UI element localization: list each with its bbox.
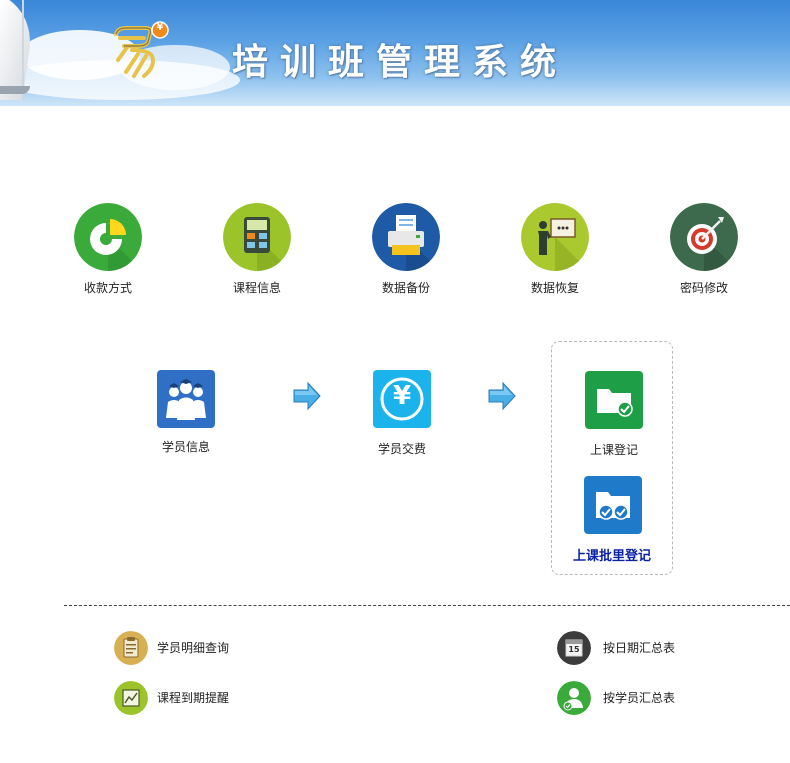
calendar-icon[interactable]: 15 [557,631,591,665]
yi-logo-icon: ¥ [108,20,170,82]
link-course-expiry-reminder[interactable]: 课程到期提醒 [157,689,229,706]
sailboat-mast [22,0,24,100]
presentation-icon[interactable] [521,203,589,271]
link-student-detail-query[interactable]: 学员明细查询 [157,639,229,656]
header-banner: ¥ 培训班管理系统 [0,0,790,106]
folder-check-icon[interactable] [585,371,643,429]
folder-double-check-icon[interactable] [584,476,642,534]
yen-icon[interactable]: ¥ [373,370,431,428]
students-icon[interactable] [157,370,215,428]
top-item-label[interactable]: 数据恢复 [500,279,610,296]
clipboard-icon[interactable] [114,631,148,665]
app-title: 培训班管理系统 [232,42,569,83]
user-check-icon[interactable] [557,681,591,715]
arrow-right-icon [487,381,517,411]
top-item-label[interactable]: 密码修改 [649,279,759,296]
yen-glyph: ¥ [392,381,412,411]
printer-icon[interactable] [372,203,440,271]
calculator-icon[interactable] [223,203,291,271]
logo-badge: ¥ [156,22,164,33]
top-item-label[interactable]: 收款方式 [53,279,163,296]
calendar-glyph: 15 [568,645,580,654]
section-divider [64,605,790,606]
arrow-right-icon [292,381,322,411]
flow-label-student-payment[interactable]: 学员交费 [373,440,431,457]
sailboat-hull [0,86,30,94]
top-item-label[interactable]: 课程信息 [202,279,312,296]
chart-board-icon[interactable] [114,681,148,715]
link-summary-by-student[interactable]: 按学员汇总表 [603,689,675,706]
flow-label-class-register[interactable]: 上课登记 [578,441,650,458]
link-summary-by-date[interactable]: 按日期汇总表 [603,639,675,656]
flow-label-batch-register[interactable]: 上课批里登记 [568,545,656,564]
flow-label-student-info[interactable]: 学员信息 [157,438,215,455]
target-icon[interactable] [670,203,738,271]
top-item-label[interactable]: 数据备份 [351,279,461,296]
pie-chart-icon[interactable] [74,203,142,271]
